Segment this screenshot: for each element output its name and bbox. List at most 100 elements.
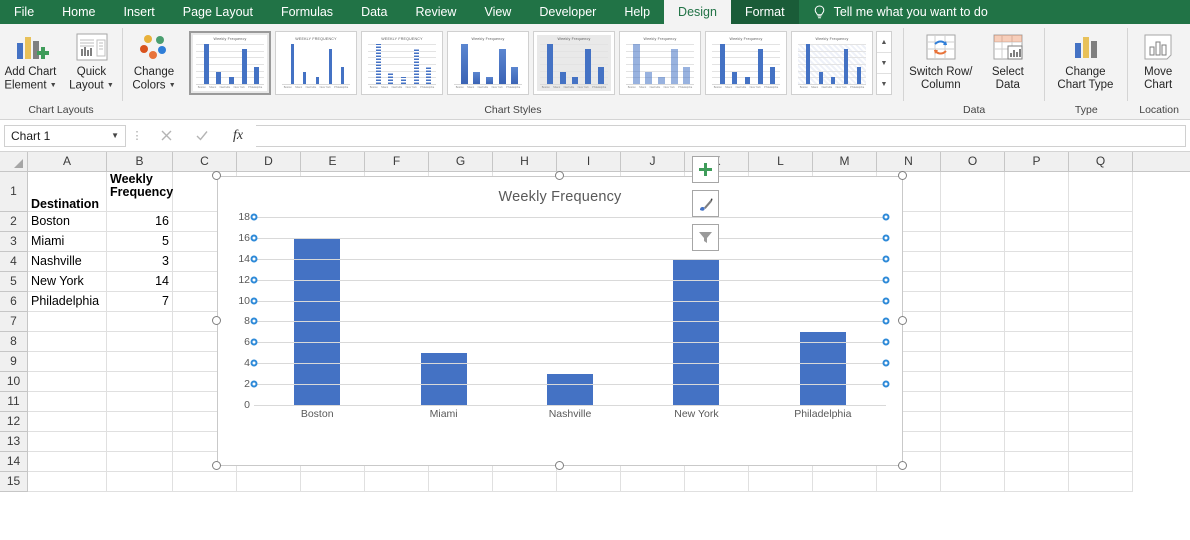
cell-O9[interactable] bbox=[941, 352, 1005, 372]
gridline-handle-left-16[interactable] bbox=[250, 234, 258, 242]
cell-Q1[interactable] bbox=[1069, 172, 1133, 212]
row-header-12[interactable]: 12 bbox=[0, 412, 28, 432]
chart-resize-handle-e[interactable] bbox=[898, 316, 907, 325]
column-header-G[interactable]: G bbox=[429, 152, 493, 171]
cell-A12[interactable] bbox=[28, 412, 107, 432]
gallery-more-button[interactable]: ▼ bbox=[877, 74, 891, 94]
cell-B1[interactable]: Weekly Frequency bbox=[107, 172, 173, 212]
cell-Q2[interactable] bbox=[1069, 212, 1133, 232]
chart-styles-gallery[interactable]: Weekly Frequency Boston Miami Nashville New … bbox=[185, 27, 873, 95]
cell-Q7[interactable] bbox=[1069, 312, 1133, 332]
row-header-9[interactable]: 9 bbox=[0, 352, 28, 372]
cell-A5[interactable]: New York bbox=[28, 272, 107, 292]
gridline-handle-right-18[interactable] bbox=[882, 213, 890, 221]
cell-I15[interactable] bbox=[557, 472, 621, 492]
cell-F15[interactable] bbox=[365, 472, 429, 492]
cell-B2[interactable]: 16 bbox=[107, 212, 173, 232]
gridline-handle-left-14[interactable] bbox=[250, 255, 258, 263]
cell-B11[interactable] bbox=[107, 392, 173, 412]
cell-A14[interactable] bbox=[28, 452, 107, 472]
quick-layout-button[interactable]: Quick Layout ▼ bbox=[61, 27, 122, 93]
cell-P13[interactable] bbox=[1005, 432, 1069, 452]
row-header-1[interactable]: 1 bbox=[0, 172, 28, 212]
gridline-handle-left-8[interactable] bbox=[250, 317, 258, 325]
ribbon-tab-view[interactable]: View bbox=[470, 0, 525, 24]
cell-O7[interactable] bbox=[941, 312, 1005, 332]
ribbon-tab-data[interactable]: Data bbox=[347, 0, 401, 24]
chevron-down-icon[interactable]: ▼ bbox=[111, 131, 119, 140]
gallery-scroll-up-button[interactable]: ▲ bbox=[877, 32, 891, 53]
column-header-J[interactable]: J bbox=[621, 152, 685, 171]
chart-resize-handle-ne[interactable] bbox=[898, 171, 907, 180]
cell-O13[interactable] bbox=[941, 432, 1005, 452]
cell-P6[interactable] bbox=[1005, 292, 1069, 312]
cell-A13[interactable] bbox=[28, 432, 107, 452]
cell-E15[interactable] bbox=[301, 472, 365, 492]
chart-style-thumbnail-1[interactable]: Weekly Frequency Boston Miami Nashville New … bbox=[189, 31, 271, 95]
chart-title[interactable]: Weekly Frequency bbox=[218, 189, 902, 205]
column-header-O[interactable]: O bbox=[941, 152, 1005, 171]
cell-L15[interactable] bbox=[749, 472, 813, 492]
ribbon-tab-developer[interactable]: Developer bbox=[525, 0, 610, 24]
cell-B4[interactable]: 3 bbox=[107, 252, 173, 272]
row-header-5[interactable]: 5 bbox=[0, 272, 28, 292]
gridline-handle-left-10[interactable] bbox=[250, 297, 258, 305]
cell-A4[interactable]: Nashville bbox=[28, 252, 107, 272]
change-chart-type-button[interactable]: Change Chart Type bbox=[1045, 27, 1125, 92]
row-header-3[interactable]: 3 bbox=[0, 232, 28, 252]
bar-column-nashville[interactable] bbox=[518, 217, 623, 405]
cell-P9[interactable] bbox=[1005, 352, 1069, 372]
bar-nashville[interactable] bbox=[546, 373, 593, 405]
column-header-C[interactable]: C bbox=[173, 152, 237, 171]
cell-P15[interactable] bbox=[1005, 472, 1069, 492]
cell-B7[interactable] bbox=[107, 312, 173, 332]
gridline-6[interactable] bbox=[254, 342, 886, 344]
chart-styles-button[interactable] bbox=[692, 190, 719, 217]
cell-P5[interactable] bbox=[1005, 272, 1069, 292]
ribbon-tab-review[interactable]: Review bbox=[401, 0, 470, 24]
ribbon-tab-format[interactable]: Format bbox=[730, 0, 799, 24]
gallery-scrollbar[interactable]: ▲ ▼ ▼ bbox=[876, 31, 892, 95]
gridline-2[interactable] bbox=[254, 384, 886, 386]
cell-B6[interactable]: 7 bbox=[107, 292, 173, 312]
change-colors-button[interactable]: Change Colors ▼ bbox=[123, 27, 185, 93]
cell-Q10[interactable] bbox=[1069, 372, 1133, 392]
gridline-handle-right-8[interactable] bbox=[882, 317, 890, 325]
column-header-D[interactable]: D bbox=[237, 152, 301, 171]
x-axis-labels[interactable]: Boston Miami Nashville New York Philadelphia bbox=[254, 405, 886, 423]
ribbon-tab-design[interactable]: Design bbox=[664, 0, 731, 24]
cell-P8[interactable] bbox=[1005, 332, 1069, 352]
bar-miami[interactable] bbox=[420, 352, 467, 405]
switch-row-column-button[interactable]: Switch Row/ Column bbox=[904, 27, 978, 92]
formula-input[interactable] bbox=[256, 124, 1186, 147]
chart-filters-button[interactable] bbox=[692, 224, 719, 251]
gridline-handle-right-4[interactable] bbox=[882, 359, 890, 367]
ribbon-tab-home[interactable]: Home bbox=[48, 0, 109, 24]
cell-Q6[interactable] bbox=[1069, 292, 1133, 312]
gallery-scroll-down-button[interactable]: ▼ bbox=[877, 53, 891, 74]
column-header-L[interactable]: L bbox=[749, 152, 813, 171]
cell-O5[interactable] bbox=[941, 272, 1005, 292]
column-header-E[interactable]: E bbox=[301, 152, 365, 171]
cell-O6[interactable] bbox=[941, 292, 1005, 312]
cell-O15[interactable] bbox=[941, 472, 1005, 492]
cell-P7[interactable] bbox=[1005, 312, 1069, 332]
cell-O3[interactable] bbox=[941, 232, 1005, 252]
bar-new-york[interactable] bbox=[673, 258, 720, 405]
cell-A2[interactable]: Boston bbox=[28, 212, 107, 232]
cancel-formula-button[interactable] bbox=[148, 125, 184, 147]
plot-area[interactable] bbox=[250, 213, 890, 406]
cell-B10[interactable] bbox=[107, 372, 173, 392]
gridline-4[interactable] bbox=[254, 363, 886, 365]
row-header-6[interactable]: 6 bbox=[0, 292, 28, 312]
column-header-B[interactable]: B bbox=[107, 152, 173, 171]
ribbon-tab-insert[interactable]: Insert bbox=[110, 0, 169, 24]
select-all-button[interactable] bbox=[0, 152, 28, 171]
cell-D15[interactable] bbox=[237, 472, 301, 492]
gridline-handle-right-6[interactable] bbox=[882, 338, 890, 346]
cell-O12[interactable] bbox=[941, 412, 1005, 432]
ribbon-tab-help[interactable]: Help bbox=[610, 0, 664, 24]
chart-style-thumbnail-5[interactable]: Weekly Frequency Boston Miami Nashville New … bbox=[533, 31, 615, 95]
ribbon-tab-formulas[interactable]: Formulas bbox=[267, 0, 347, 24]
chart-object[interactable]: Weekly Frequency 0 2 4 6 8 10 12 14 16 18 Boston M… bbox=[217, 176, 903, 466]
